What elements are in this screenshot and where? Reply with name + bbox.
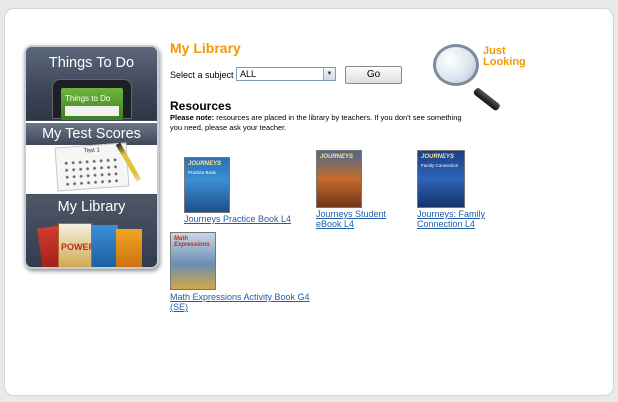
nav-my-test-scores-label: My Test Scores	[26, 123, 157, 145]
book-cover[interactable]: Math Expressions	[170, 232, 216, 290]
nav-my-library[interactable]: My Library POWER	[26, 195, 157, 267]
nav-my-test-scores[interactable]: My Test Scores Test 1	[26, 121, 157, 194]
just-looking-button[interactable]: Just Looking	[431, 42, 531, 112]
note-bold: Please note:	[170, 113, 215, 122]
page-title: My Library	[170, 40, 241, 56]
book-cover-title: Math Expressions	[174, 236, 210, 248]
chevron-down-icon[interactable]: ▼	[323, 68, 335, 80]
book-cover[interactable]: JOURNEYS Family Connection	[417, 150, 465, 208]
subject-select-value: ALL	[240, 69, 257, 79]
phone-icon: Things to Do	[52, 79, 132, 120]
book-cover-title: JOURNEYS	[188, 161, 222, 167]
subject-label: Select a subject	[170, 70, 234, 80]
note-text: resources are placed in the library by t…	[170, 113, 462, 132]
resources-note: Please note: resources are placed in the…	[170, 113, 470, 133]
book-link[interactable]: Journeys: Family Connection L4	[417, 209, 517, 229]
book-link[interactable]: Math Expressions Activity Book G4 (SE)	[170, 292, 320, 312]
go-button[interactable]: Go	[345, 66, 402, 84]
nav-things-to-do-label: Things To Do	[48, 55, 135, 71]
book-cover-title: JOURNEYS	[421, 154, 455, 160]
book-cover-subtitle: Family Connection	[421, 163, 459, 168]
book-cover-subtitle: Practice Book	[188, 170, 216, 175]
book-cover-title: JOURNEYS	[320, 154, 354, 160]
left-nav-panel: Things To Do Things to Do My Test Scores…	[24, 45, 159, 269]
magnifier-icon	[433, 44, 479, 86]
book-link[interactable]: Journeys Student eBook L4	[316, 209, 406, 229]
book-cover[interactable]: JOURNEYS	[316, 150, 362, 208]
resources-title: Resources	[170, 99, 232, 113]
nav-things-to-do[interactable]: Things To Do Things to Do	[26, 47, 157, 120]
phone-screen-text: Things to Do	[65, 94, 111, 103]
subject-select[interactable]: ALL ▼	[236, 67, 336, 81]
book-cover[interactable]: JOURNEYS Practice Book	[184, 157, 230, 213]
just-looking-label: Just Looking	[483, 46, 526, 68]
books-icon: POWER	[37, 221, 144, 267]
book-cover-text: POWER	[61, 242, 96, 252]
just-looking-line2: Looking	[483, 56, 526, 68]
nav-my-library-label: My Library	[57, 199, 126, 215]
book-link[interactable]: Journeys Practice Book L4	[184, 214, 309, 224]
test-paper-title: Test 1	[83, 147, 101, 155]
